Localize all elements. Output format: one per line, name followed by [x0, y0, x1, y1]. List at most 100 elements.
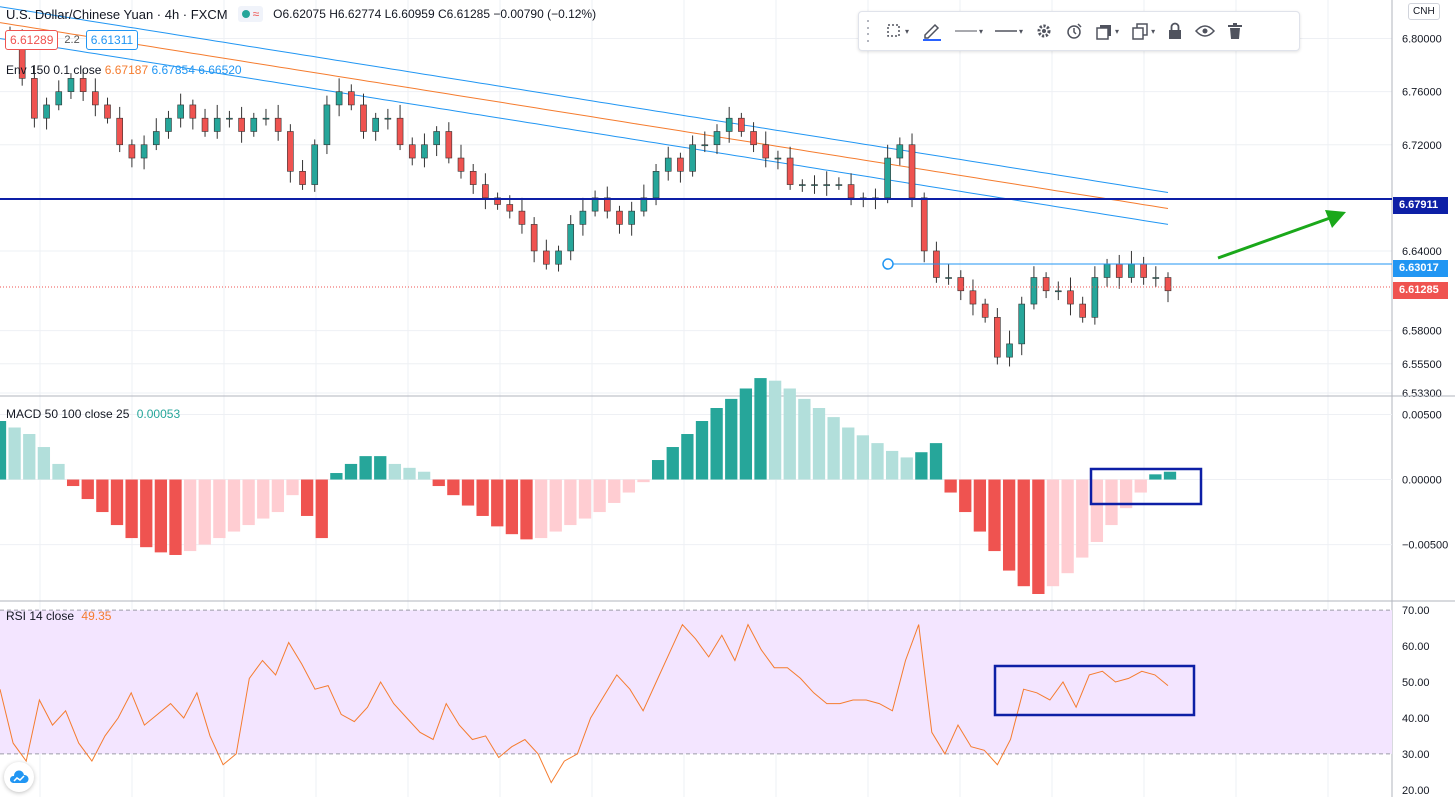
candle-body	[920, 197, 928, 252]
candle-body	[287, 131, 294, 172]
macd-histogram-bar	[1046, 479, 1060, 587]
candle-body	[1054, 290, 1062, 293]
buy-button[interactable]: 6.61311	[85, 30, 139, 50]
clone-icon	[1132, 23, 1148, 40]
candle-body	[116, 117, 124, 146]
level-price-tag: 6.63017	[1393, 260, 1448, 277]
candle-body	[823, 184, 830, 186]
macd-histogram-bar	[66, 479, 80, 487]
candle-body	[725, 117, 733, 132]
macd-axis-tick: −0.00500	[1402, 540, 1448, 552]
candle-body	[1006, 343, 1013, 358]
candle-body	[884, 157, 891, 199]
candle-body	[165, 117, 172, 132]
macd-histogram-bar	[1061, 479, 1074, 574]
price-axis-tick: 6.72000	[1402, 140, 1442, 152]
candle-body	[457, 157, 465, 172]
candle-body	[421, 144, 428, 159]
candle-body	[811, 184, 818, 186]
lock-button[interactable]	[1161, 16, 1189, 46]
alert-button[interactable]	[1059, 16, 1089, 46]
macd-histogram-bar	[1149, 474, 1162, 480]
macd-axis-tick: 0.00000	[1402, 475, 1442, 487]
candle-body	[335, 91, 343, 106]
candle-body	[408, 144, 416, 159]
grip-icon[interactable]	[865, 20, 873, 42]
candle-body	[1115, 263, 1123, 278]
macd-histogram-bar	[783, 388, 796, 480]
macd-histogram-bar	[271, 479, 285, 513]
fill-icon	[1096, 25, 1112, 40]
fill-button[interactable]: ▾	[1089, 16, 1125, 46]
eye-icon	[1195, 25, 1216, 37]
macd-histogram-bar	[1032, 479, 1045, 594]
select-area-button[interactable]: ▾	[879, 16, 915, 46]
drawing-toolbar: ▾ ▾ ▾ ▾ ▾	[858, 11, 1300, 51]
macd-histogram-bar	[534, 479, 548, 539]
settings-button[interactable]	[1029, 16, 1059, 46]
rsi-axis-tick: 60.00	[1402, 641, 1430, 653]
market-status[interactable]: ≈	[237, 6, 264, 22]
currency-code-button[interactable]: CNH	[1408, 3, 1440, 20]
macd-histogram-bar	[257, 479, 270, 519]
macd-histogram-bar	[1163, 471, 1177, 480]
clone-button[interactable]: ▾	[1125, 16, 1161, 46]
line-width-icon	[995, 30, 1018, 32]
rsi-axis-tick: 40.00	[1402, 713, 1430, 725]
symbol-title[interactable]: U.S. Dollar/Chinese Yuan · 4h · FXCM	[6, 7, 228, 22]
rsi-axis-tick: 30.00	[1402, 749, 1430, 761]
hline-price-tag: 6.67911	[1393, 197, 1448, 214]
candle-body	[567, 224, 575, 252]
candle-body	[1091, 277, 1099, 318]
macd-histogram-bar	[564, 479, 577, 526]
chart-canvas[interactable]: 6.80000 6.76000 6.72000 6.64000 6.58000 6.555…	[0, 0, 1455, 797]
macd-histogram-bar	[1002, 479, 1016, 571]
candle-body	[555, 250, 562, 265]
rsi-label: RSI 14 close	[6, 609, 75, 623]
market-open-icon	[241, 10, 250, 18]
macd-histogram-bar	[417, 471, 431, 480]
macd-histogram-bar	[125, 479, 138, 539]
rsi-axis-tick: 20.00	[1402, 785, 1430, 797]
macd-histogram-bar	[929, 443, 943, 480]
candle-body	[323, 104, 331, 146]
line-width-button[interactable]: ▾	[989, 16, 1029, 46]
candle-body	[1128, 263, 1135, 278]
settings-icon	[1037, 24, 1051, 38]
macd-histogram-bar	[666, 447, 679, 480]
envelope-legend[interactable]: Env 150 0.1 close 6.67187 6.67854 6.6652…	[6, 63, 242, 77]
trash-button[interactable]	[1221, 16, 1249, 46]
candle-body	[152, 131, 160, 146]
macd-histogram-bar	[520, 479, 533, 540]
eye-button[interactable]	[1189, 16, 1221, 46]
candle-body	[847, 184, 855, 199]
macd-histogram-bar	[578, 479, 592, 519]
candle-body	[896, 144, 904, 159]
rsi-axis-tick: 70.00	[1402, 605, 1430, 617]
line-style-icon	[955, 30, 978, 32]
candle-body	[945, 277, 952, 279]
macd-histogram-bar	[344, 463, 358, 480]
macd-legend[interactable]: MACD 50 100 close 25 0.00053	[6, 407, 180, 421]
sell-button[interactable]: 6.61289	[5, 30, 59, 50]
macd-histogram-bar	[637, 479, 650, 483]
candle-body	[55, 91, 63, 106]
tradingview-logo-button[interactable]	[4, 762, 34, 792]
candle-body	[762, 144, 770, 159]
macd-histogram-bar	[315, 479, 328, 539]
macd-histogram-bar	[754, 378, 767, 480]
rsi-legend[interactable]: RSI 14 close 49.35	[6, 609, 111, 623]
macd-histogram-bar	[330, 473, 343, 480]
candle-body	[1164, 277, 1172, 292]
pencil-button[interactable]	[915, 16, 949, 46]
macd-histogram-bar	[695, 421, 709, 480]
candle-body	[738, 117, 745, 132]
line-style-button[interactable]: ▾	[949, 16, 989, 46]
candle-body	[689, 144, 696, 172]
candle-body	[396, 117, 404, 146]
trash-icon	[1228, 23, 1243, 39]
chart-area[interactable]: 6.80000 6.76000 6.72000 6.64000 6.58000 6.555…	[0, 0, 1455, 797]
candle-body	[238, 117, 245, 132]
macd-histogram-bar	[871, 443, 884, 480]
macd-histogram-bar	[812, 408, 826, 480]
